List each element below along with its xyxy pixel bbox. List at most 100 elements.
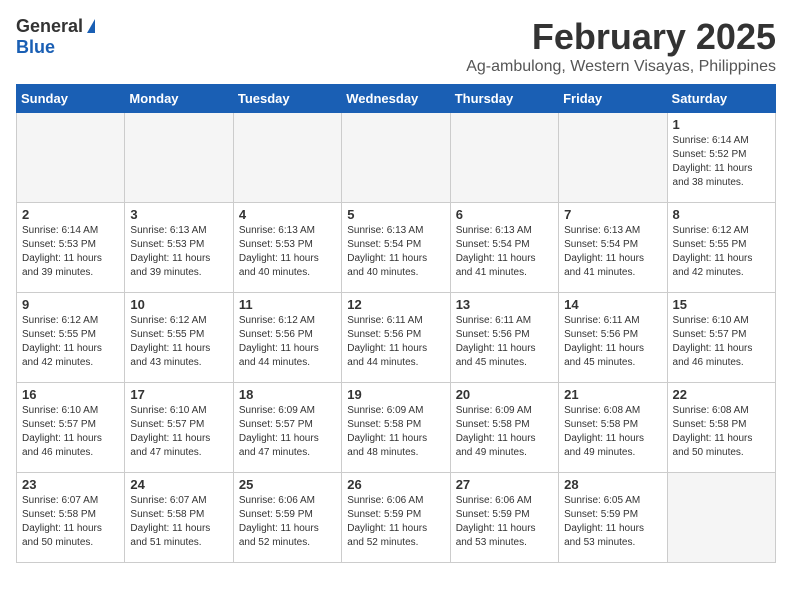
calendar-cell: 13 Sunrise: 6:11 AM Sunset: 5:56 PM Dayli… (450, 293, 558, 383)
day-number: 28 (564, 477, 661, 492)
calendar-table: SundayMondayTuesdayWednesdayThursdayFrid… (16, 84, 776, 563)
calendar-cell: 23 Sunrise: 6:07 AM Sunset: 5:58 PM Dayli… (17, 473, 125, 563)
day-info: Sunrise: 6:12 AM Sunset: 5:55 PM Dayligh… (130, 314, 227, 370)
day-number: 20 (456, 387, 553, 402)
day-number: 3 (130, 207, 227, 222)
calendar-week-1: 1 Sunrise: 6:14 AM Sunset: 5:52 PM Daylig… (17, 113, 776, 203)
calendar-cell (17, 113, 125, 203)
day-info: Sunrise: 6:09 AM Sunset: 5:58 PM Dayligh… (456, 404, 553, 460)
day-info: Sunrise: 6:10 AM Sunset: 5:57 PM Dayligh… (130, 404, 227, 460)
day-number: 23 (22, 477, 119, 492)
day-info: Sunrise: 6:11 AM Sunset: 5:56 PM Dayligh… (347, 314, 444, 370)
day-info: Sunrise: 6:09 AM Sunset: 5:57 PM Dayligh… (239, 404, 336, 460)
logo-blue-text: Blue (16, 37, 55, 58)
day-info: Sunrise: 6:13 AM Sunset: 5:53 PM Dayligh… (239, 224, 336, 280)
calendar-cell (667, 473, 775, 563)
day-header-tuesday: Tuesday (233, 85, 341, 113)
day-header-thursday: Thursday (450, 85, 558, 113)
logo-general-text: General (16, 16, 83, 37)
day-number: 9 (22, 297, 119, 312)
calendar-week-4: 16 Sunrise: 6:10 AM Sunset: 5:57 PM Dayli… (17, 383, 776, 473)
day-number: 2 (22, 207, 119, 222)
day-number: 12 (347, 297, 444, 312)
day-number: 18 (239, 387, 336, 402)
day-number: 8 (673, 207, 770, 222)
calendar-cell: 10 Sunrise: 6:12 AM Sunset: 5:55 PM Dayli… (125, 293, 233, 383)
calendar-cell: 14Sunrise: 6:11 AM Sunset: 5:56 PM Dayli… (559, 293, 667, 383)
calendar-cell: 9 Sunrise: 6:12 AM Sunset: 5:55 PM Daylig… (17, 293, 125, 383)
calendar-week-2: 2 Sunrise: 6:14 AM Sunset: 5:53 PM Daylig… (17, 203, 776, 293)
day-number: 14 (564, 297, 661, 312)
day-info: Sunrise: 6:12 AM Sunset: 5:56 PM Dayligh… (239, 314, 336, 370)
day-info: Sunrise: 6:10 AM Sunset: 5:57 PM Dayligh… (22, 404, 119, 460)
day-number: 6 (456, 207, 553, 222)
calendar-cell: 11 Sunrise: 6:12 AM Sunset: 5:56 PM Dayli… (233, 293, 341, 383)
day-info: Sunrise: 6:13 AM Sunset: 5:54 PM Dayligh… (456, 224, 553, 280)
day-info: Sunrise: 6:06 AM Sunset: 5:59 PM Dayligh… (239, 494, 336, 550)
day-number: 19 (347, 387, 444, 402)
day-info: Sunrise: 6:09 AM Sunset: 5:58 PM Dayligh… (347, 404, 444, 460)
calendar-cell: 21Sunrise: 6:08 AM Sunset: 5:58 PM Dayli… (559, 383, 667, 473)
day-info: Sunrise: 6:11 AM Sunset: 5:56 PM Dayligh… (456, 314, 553, 370)
day-header-monday: Monday (125, 85, 233, 113)
day-info: Sunrise: 6:14 AM Sunset: 5:53 PM Dayligh… (22, 224, 119, 280)
calendar-cell: 25 Sunrise: 6:06 AM Sunset: 5:59 PM Dayli… (233, 473, 341, 563)
day-info: Sunrise: 6:08 AM Sunset: 5:58 PM Dayligh… (564, 404, 661, 460)
day-info: Sunrise: 6:12 AM Sunset: 5:55 PM Dayligh… (22, 314, 119, 370)
calendar-cell: 3 Sunrise: 6:13 AM Sunset: 5:53 PM Daylig… (125, 203, 233, 293)
day-number: 17 (130, 387, 227, 402)
calendar-cell: 26 Sunrise: 6:06 AM Sunset: 5:59 PM Dayli… (342, 473, 450, 563)
day-number: 5 (347, 207, 444, 222)
logo: General Blue (16, 16, 95, 58)
day-info: Sunrise: 6:06 AM Sunset: 5:59 PM Dayligh… (347, 494, 444, 550)
calendar-cell: 4 Sunrise: 6:13 AM Sunset: 5:53 PM Daylig… (233, 203, 341, 293)
day-header-sunday: Sunday (17, 85, 125, 113)
calendar-cell: 15Sunrise: 6:10 AM Sunset: 5:57 PM Dayli… (667, 293, 775, 383)
day-info: Sunrise: 6:12 AM Sunset: 5:55 PM Dayligh… (673, 224, 770, 280)
day-info: Sunrise: 6:06 AM Sunset: 5:59 PM Dayligh… (456, 494, 553, 550)
day-info: Sunrise: 6:05 AM Sunset: 5:59 PM Dayligh… (564, 494, 661, 550)
day-number: 25 (239, 477, 336, 492)
day-number: 26 (347, 477, 444, 492)
calendar-body: 1 Sunrise: 6:14 AM Sunset: 5:52 PM Daylig… (17, 113, 776, 563)
page-subtitle: Ag-ambulong, Western Visayas, Philippine… (466, 58, 776, 76)
calendar-cell (125, 113, 233, 203)
day-info: Sunrise: 6:08 AM Sunset: 5:58 PM Dayligh… (673, 404, 770, 460)
calendar-week-5: 23 Sunrise: 6:07 AM Sunset: 5:58 PM Dayli… (17, 473, 776, 563)
calendar-week-3: 9 Sunrise: 6:12 AM Sunset: 5:55 PM Daylig… (17, 293, 776, 383)
day-info: Sunrise: 6:14 AM Sunset: 5:52 PM Dayligh… (673, 134, 770, 190)
day-info: Sunrise: 6:13 AM Sunset: 5:53 PM Dayligh… (130, 224, 227, 280)
calendar-header: SundayMondayTuesdayWednesdayThursdayFrid… (17, 85, 776, 113)
calendar-cell: 8 Sunrise: 6:12 AM Sunset: 5:55 PM Daylig… (667, 203, 775, 293)
day-number: 10 (130, 297, 227, 312)
day-info: Sunrise: 6:13 AM Sunset: 5:54 PM Dayligh… (347, 224, 444, 280)
day-header-saturday: Saturday (667, 85, 775, 113)
calendar-cell: 5 Sunrise: 6:13 AM Sunset: 5:54 PM Daylig… (342, 203, 450, 293)
calendar-cell: 18 Sunrise: 6:09 AM Sunset: 5:57 PM Dayli… (233, 383, 341, 473)
day-number: 7 (564, 207, 661, 222)
page-header: General Blue February 2025 Ag-ambulong, … (16, 16, 776, 76)
day-info: Sunrise: 6:13 AM Sunset: 5:54 PM Dayligh… (564, 224, 661, 280)
day-number: 1 (673, 117, 770, 132)
calendar-cell (450, 113, 558, 203)
calendar-cell (233, 113, 341, 203)
calendar-cell: 27Sunrise: 6:06 AM Sunset: 5:59 PM Dayli… (450, 473, 558, 563)
day-number: 13 (456, 297, 553, 312)
calendar-cell: 2 Sunrise: 6:14 AM Sunset: 5:53 PM Daylig… (17, 203, 125, 293)
calendar-cell: 12 Sunrise: 6:11 AM Sunset: 5:56 PM Dayli… (342, 293, 450, 383)
day-number: 11 (239, 297, 336, 312)
calendar-cell: 7 Sunrise: 6:13 AM Sunset: 5:54 PM Daylig… (559, 203, 667, 293)
day-info: Sunrise: 6:10 AM Sunset: 5:57 PM Dayligh… (673, 314, 770, 370)
day-number: 4 (239, 207, 336, 222)
title-section: February 2025 Ag-ambulong, Western Visay… (466, 16, 776, 76)
calendar-cell: 24Sunrise: 6:07 AM Sunset: 5:58 PM Dayli… (125, 473, 233, 563)
day-header-wednesday: Wednesday (342, 85, 450, 113)
calendar-cell: 16 Sunrise: 6:10 AM Sunset: 5:57 PM Dayli… (17, 383, 125, 473)
calendar-cell: 22Sunrise: 6:08 AM Sunset: 5:58 PM Dayli… (667, 383, 775, 473)
day-header-friday: Friday (559, 85, 667, 113)
day-number: 16 (22, 387, 119, 402)
day-info: Sunrise: 6:07 AM Sunset: 5:58 PM Dayligh… (22, 494, 119, 550)
page-title: February 2025 (466, 16, 776, 58)
calendar-cell (559, 113, 667, 203)
days-header-row: SundayMondayTuesdayWednesdayThursdayFrid… (17, 85, 776, 113)
